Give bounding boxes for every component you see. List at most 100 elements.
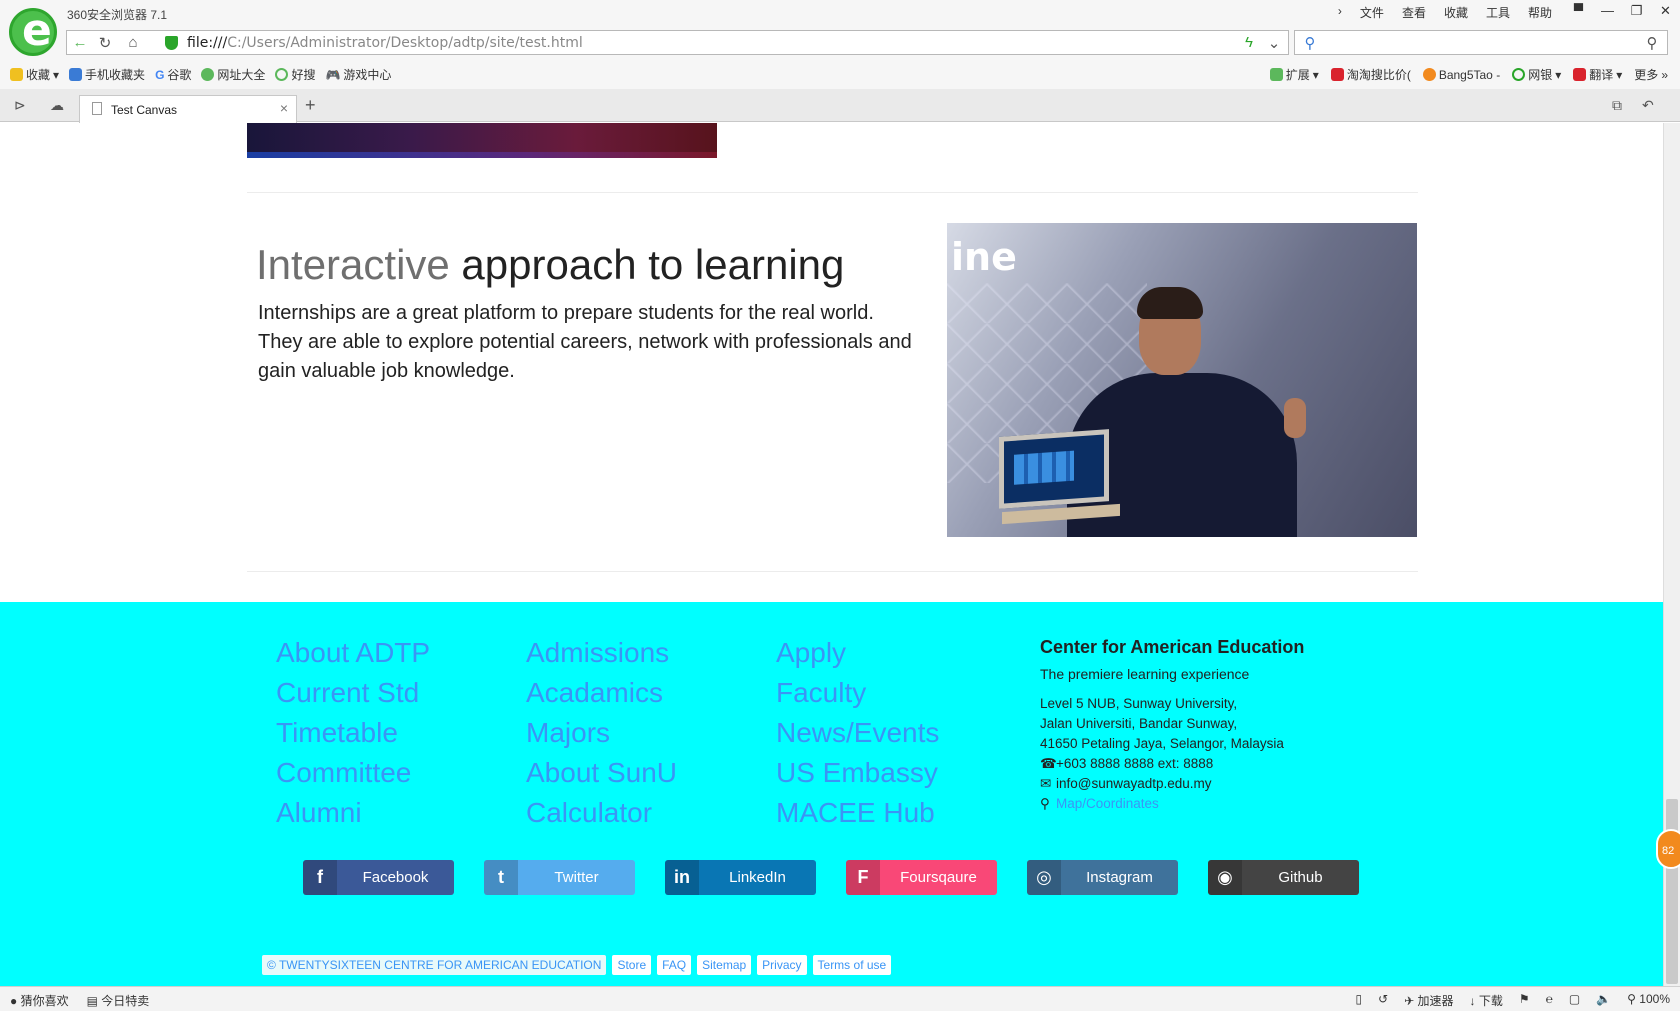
footer-column-1: About ADTP Current Std Timetable Committ… bbox=[276, 633, 430, 833]
bookmark-more[interactable]: 更多» bbox=[1634, 66, 1668, 83]
footer-link-news-events[interactable]: News/Events bbox=[776, 713, 939, 753]
twitter-button[interactable]: t Twitter bbox=[484, 860, 635, 895]
status-daily-deals[interactable]: ▤ 今日特卖 bbox=[87, 992, 150, 1009]
accelerator-button[interactable]: ✈ 加速器 bbox=[1404, 992, 1453, 1009]
footer-link-us-embassy[interactable]: US Embassy bbox=[776, 753, 939, 793]
footer-link-timetable[interactable]: Timetable bbox=[276, 713, 430, 753]
envelope-icon: ✉ bbox=[1040, 776, 1052, 791]
url-text[interactable]: file:///C:/Users/Administrator/Desktop/a… bbox=[187, 35, 583, 51]
footer-link-privacy[interactable]: Privacy bbox=[757, 955, 807, 975]
browser-logo-icon bbox=[9, 5, 57, 56]
gamepad-icon: 🎮 bbox=[325, 67, 341, 82]
window-icon[interactable]: ▢ bbox=[1569, 992, 1580, 1009]
menu-expand-icon[interactable]: › bbox=[1338, 4, 1342, 21]
bookmark-bang5tao[interactable]: Bang5Tao - bbox=[1422, 66, 1500, 83]
file-icon bbox=[92, 102, 102, 115]
download-button[interactable]: ↓ 下载 bbox=[1470, 992, 1503, 1009]
photo-caption-text: ine bbox=[951, 235, 1017, 279]
tab-close-icon[interactable]: × bbox=[280, 100, 288, 116]
footer-link-majors[interactable]: Majors bbox=[526, 713, 677, 753]
laptop-screen bbox=[999, 429, 1109, 509]
title-bar: 360安全浏览器 7.1 › 文件 查看 收藏 工具 帮助 ▀ — ❐ ✕ bbox=[0, 0, 1680, 56]
footer-link-about-sunu[interactable]: About SunU bbox=[526, 753, 677, 793]
star-icon bbox=[10, 68, 23, 81]
tab-test-canvas[interactable]: Test Canvas × bbox=[79, 95, 297, 123]
map-link[interactable]: Map/Coordinates bbox=[1056, 796, 1159, 811]
cloud-icon[interactable]: ☁ bbox=[50, 97, 64, 114]
mobile-icon[interactable]: ▯ bbox=[1355, 992, 1362, 1009]
bookmark-url-directory[interactable]: 网址大全 bbox=[201, 66, 265, 83]
bookmark-favorites[interactable]: 收藏 ▾ bbox=[10, 66, 59, 83]
zoom-level[interactable]: ⚲ 100% bbox=[1627, 992, 1670, 1009]
footer-link-sitemap[interactable]: Sitemap bbox=[697, 955, 752, 975]
foursquare-button[interactable]: F Foursqaure bbox=[846, 860, 997, 895]
address-line-3: 41650 Petaling Jaya, Selangor, Malaysia bbox=[1040, 736, 1284, 751]
url-dropdown-icon[interactable]: ⌄ bbox=[1263, 34, 1285, 52]
speed-mode-icon[interactable]: ϟ bbox=[1238, 34, 1260, 51]
translate-icon bbox=[1573, 68, 1587, 81]
bookmark-game-center[interactable]: 🎮 游戏中心 bbox=[325, 66, 391, 83]
footer-link-faq[interactable]: FAQ bbox=[657, 955, 692, 975]
instagram-button[interactable]: ◎ Instagram bbox=[1027, 860, 1178, 895]
flag-icon[interactable]: ⚑ bbox=[1519, 992, 1530, 1009]
bookmark-translate[interactable]: 翻译 ▾ bbox=[1573, 66, 1622, 83]
floating-badge[interactable]: 82 bbox=[1656, 829, 1680, 869]
footer-link-terms[interactable]: Terms of use bbox=[812, 955, 892, 975]
footer-link-acadamics[interactable]: Acadamics bbox=[526, 673, 677, 713]
bookmark-google[interactable]: G 谷歌 bbox=[155, 66, 191, 83]
footer-link-about-adtp[interactable]: About ADTP bbox=[276, 633, 430, 673]
footer-link-current-std[interactable]: Current Std bbox=[276, 673, 430, 713]
bookmark-haosou[interactable]: 好搜 bbox=[275, 66, 315, 83]
footer-link-faculty[interactable]: Faculty bbox=[776, 673, 939, 713]
contact-info: Center for American Education The premie… bbox=[1040, 637, 1370, 814]
new-tab-button[interactable]: + bbox=[305, 95, 316, 116]
maximize-button[interactable]: ❐ bbox=[1622, 0, 1651, 22]
menu-file[interactable]: 文件 bbox=[1360, 4, 1384, 21]
bookmark-online-banking[interactable]: 网银 ▾ bbox=[1512, 66, 1561, 83]
footer-link-calculator[interactable]: Calculator bbox=[526, 793, 677, 833]
section-text: Internships are a great platform to prep… bbox=[258, 302, 912, 382]
phone-icon bbox=[69, 68, 83, 81]
scrollbar-thumb[interactable] bbox=[1666, 799, 1678, 984]
bookmark-taotao[interactable]: 淘淘搜比价( bbox=[1330, 66, 1411, 83]
search-input[interactable]: ⚲ ⚲ bbox=[1294, 30, 1668, 55]
copyright-row: © TWENTYSIXTEEN CENTRE FOR AMERICAN EDUC… bbox=[262, 955, 892, 975]
menu-favorites[interactable]: 收藏 bbox=[1444, 4, 1468, 21]
linkedin-button[interactable]: in LinkedIn bbox=[665, 860, 816, 895]
menu-bar: › 文件 查看 收藏 工具 帮助 bbox=[1338, 4, 1552, 21]
reload-icon[interactable]: ↻ bbox=[94, 34, 116, 52]
footer-link-macee-hub[interactable]: MACEE Hub bbox=[776, 793, 939, 833]
restore-tabs-icon[interactable]: ⧉ bbox=[1612, 97, 1622, 114]
github-button[interactable]: ◉ Github bbox=[1208, 860, 1359, 895]
search-engine-icon[interactable]: ⚲ bbox=[1299, 34, 1321, 52]
menu-tools[interactable]: 工具 bbox=[1486, 4, 1510, 21]
sound-icon[interactable]: 🔈 bbox=[1596, 992, 1611, 1009]
contact-subtitle: The premiere learning experience bbox=[1040, 666, 1250, 682]
facebook-button[interactable]: f Facebook bbox=[303, 860, 454, 895]
menu-view[interactable]: 查看 bbox=[1402, 4, 1426, 21]
bookmark-mobile-favorites[interactable]: 手机收藏夹 bbox=[69, 66, 145, 83]
search-icon[interactable]: ⚲ bbox=[1641, 34, 1663, 52]
undo-close-icon[interactable]: ↶ bbox=[1642, 97, 1654, 114]
footer-link-committee[interactable]: Committee bbox=[276, 753, 430, 793]
minimize-button[interactable]: — bbox=[1593, 0, 1622, 22]
menu-help[interactable]: 帮助 bbox=[1528, 4, 1552, 21]
footer-link-store[interactable]: Store bbox=[612, 955, 652, 975]
refresh-status-icon[interactable]: ↺ bbox=[1378, 992, 1388, 1009]
bookmark-extensions[interactable]: 扩展 ▾ bbox=[1269, 66, 1319, 83]
footer-link-alumni[interactable]: Alumni bbox=[276, 793, 430, 833]
status-guess-you-like[interactable]: ● 猜你喜欢 bbox=[10, 992, 69, 1009]
footer-link-admissions[interactable]: Admissions bbox=[526, 633, 677, 673]
divider bbox=[247, 571, 1418, 572]
close-button[interactable]: ✕ bbox=[1651, 0, 1680, 22]
ie-mode-icon[interactable]: ℮ bbox=[1546, 992, 1553, 1009]
sidebar-toggle-icon[interactable]: ⊳ bbox=[14, 97, 26, 114]
social-buttons: f Facebook t Twitter in LinkedIn F Foursqaur… bbox=[303, 860, 1359, 895]
footer-link-apply[interactable]: Apply bbox=[776, 633, 939, 673]
map-line[interactable]: ⚲ Map/Coordinates bbox=[1040, 794, 1370, 814]
skin-icon[interactable]: ▀ bbox=[1564, 0, 1593, 22]
email-line[interactable]: ✉ info@sunwayadtp.edu.my bbox=[1040, 774, 1370, 794]
home-icon[interactable]: ⌂ bbox=[122, 34, 144, 51]
back-icon[interactable]: ← bbox=[69, 34, 91, 51]
address-bar[interactable]: ← ↻ ⌂ file:///C:/Users/Administrator/Des… bbox=[66, 30, 1289, 55]
